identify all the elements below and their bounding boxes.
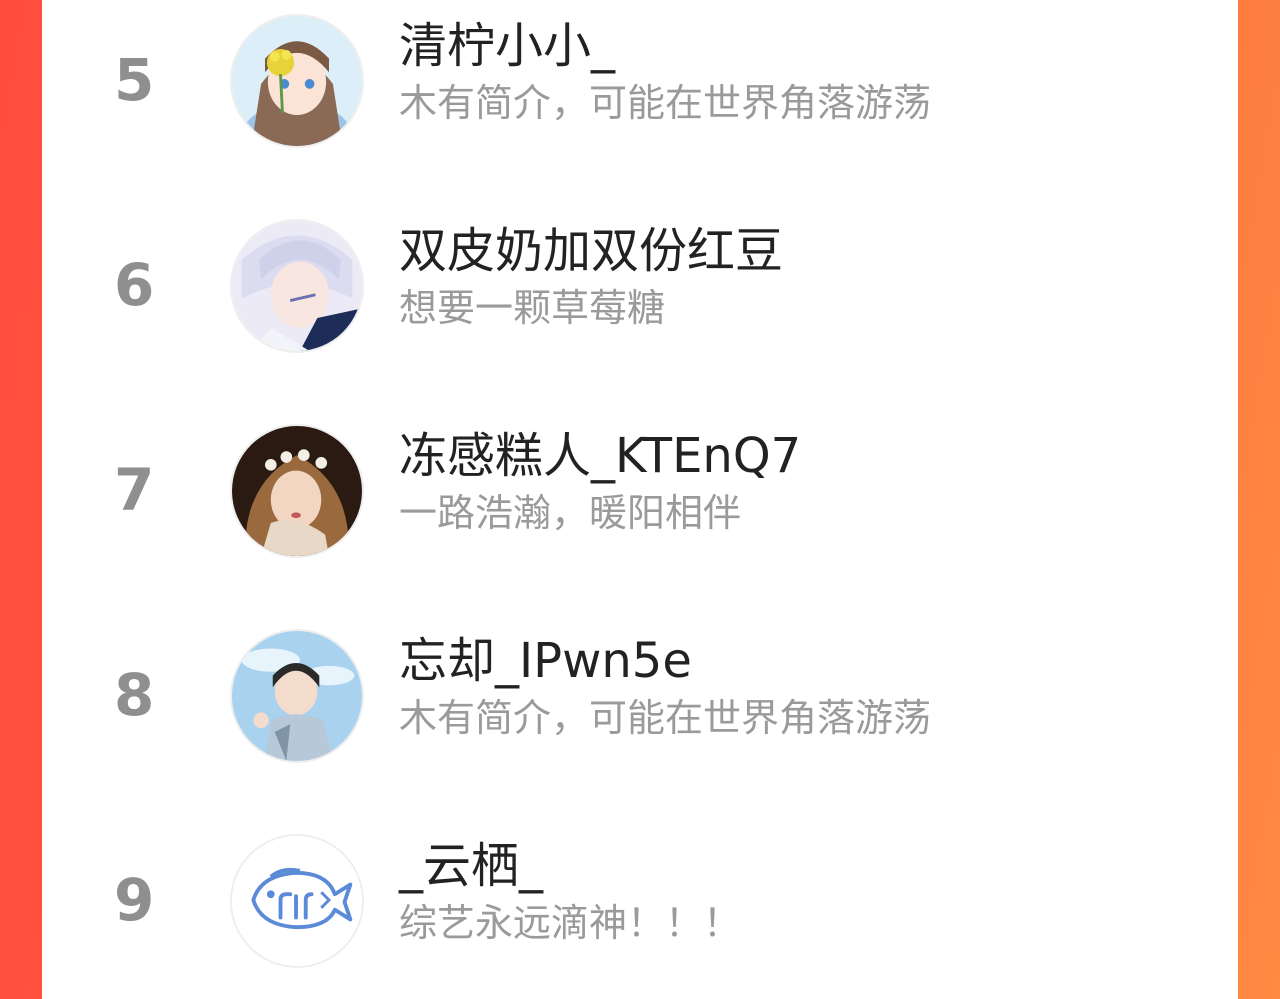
user-name[interactable]: 清柠小小_ bbox=[399, 16, 615, 76]
user-bio: 想要一颗草莓糖 bbox=[399, 286, 666, 330]
ranking-row[interactable]: 7 冻感糕人_KTEnQ7 一路浩瀚，暖阳相伴 bbox=[42, 410, 1238, 615]
anime-boy-sky-avatar-icon[interactable] bbox=[230, 629, 364, 763]
ranking-page: 5 清柠小小_ 木有简介，可能在世界角落游荡 6 双皮奶加双份红豆 想要一颗草莓… bbox=[0, 0, 1280, 999]
rank-number: 5 bbox=[114, 46, 155, 114]
rank-number: 9 bbox=[114, 866, 155, 934]
anime-girl-flower-avatar-icon[interactable] bbox=[230, 14, 364, 148]
anime-boy-silver-hair-avatar-icon[interactable] bbox=[230, 219, 364, 353]
ranking-row[interactable]: 6 双皮奶加双份红豆 想要一颗草莓糖 bbox=[42, 205, 1238, 410]
ranking-list: 5 清柠小小_ 木有简介，可能在世界角落游荡 6 双皮奶加双份红豆 想要一颗草莓… bbox=[42, 0, 1238, 999]
user-bio: 木有简介，可能在世界角落游荡 bbox=[399, 81, 932, 125]
ranking-row[interactable]: 8 忘却_IPwn5e 木有简介，可能在世界角落游荡 bbox=[42, 615, 1238, 820]
ranking-row[interactable]: 9 _云栖_ 综艺永远滴神！！！ bbox=[42, 820, 1238, 999]
blue-fish-logo-avatar-icon[interactable] bbox=[230, 834, 364, 968]
rank-number: 7 bbox=[114, 456, 155, 524]
user-name[interactable]: 忘却_IPwn5e bbox=[399, 631, 692, 691]
user-bio: 一路浩瀚，暖阳相伴 bbox=[399, 491, 742, 535]
user-name[interactable]: _云栖_ bbox=[399, 836, 543, 896]
user-bio: 木有简介，可能在世界角落游荡 bbox=[399, 696, 932, 740]
user-name[interactable]: 双皮奶加双份红豆 bbox=[399, 221, 783, 281]
user-name[interactable]: 冻感糕人_KTEnQ7 bbox=[399, 426, 801, 486]
painted-girl-flower-crown-avatar-icon[interactable] bbox=[230, 424, 364, 558]
user-bio: 综艺永远滴神！！！ bbox=[399, 901, 742, 945]
rank-number: 8 bbox=[114, 661, 155, 729]
rank-number: 6 bbox=[114, 251, 155, 319]
ranking-row[interactable]: 5 清柠小小_ 木有简介，可能在世界角落游荡 bbox=[42, 0, 1238, 205]
